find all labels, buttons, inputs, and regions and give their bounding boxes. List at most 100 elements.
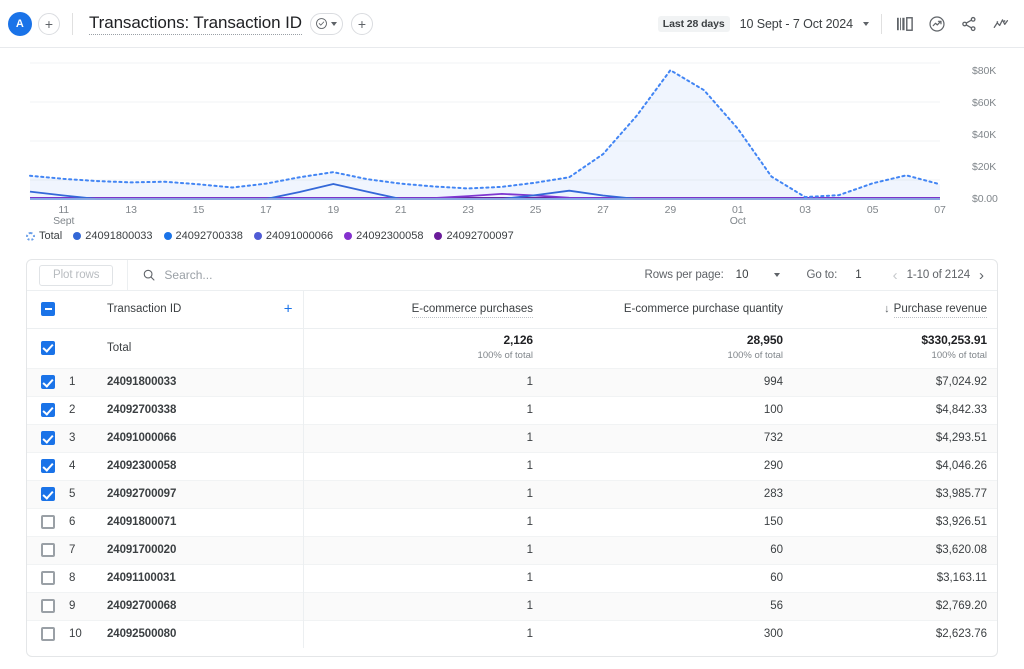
chart-y-tick-label: $80K (972, 65, 997, 77)
metric-header-revenue-label[interactable]: Purchase revenue (893, 303, 987, 319)
row-checkbox[interactable] (41, 627, 55, 642)
metric-header-purchases-label[interactable]: E-commerce purchases (411, 303, 533, 319)
row-purchases-cell: 1 (302, 395, 543, 424)
table-row[interactable]: 7 24091700020 1 60 $3,620.08 (27, 535, 997, 564)
search-area (127, 260, 644, 291)
row-revenue-cell: $4,842.33 (793, 395, 997, 424)
table-row[interactable]: 4 24092300058 1 290 $4,046.26 (27, 451, 997, 480)
chart-x-tick-label: 17 (260, 204, 272, 216)
add-exploration-button[interactable]: + (38, 12, 60, 35)
chart-x-tick-label: 23 (462, 204, 474, 216)
row-checkbox[interactable] (41, 403, 55, 417)
row-checkbox[interactable] (41, 459, 55, 473)
index-header (69, 291, 103, 328)
chevron-down-icon (330, 21, 337, 26)
date-chevron-down-icon[interactable] (863, 21, 869, 26)
page-range-label: 1-10 of 2124 (906, 269, 970, 281)
row-transaction-id-cell: 24091100031 (103, 563, 303, 592)
total-quantity-cell: 28,950 100% of total (543, 328, 793, 368)
row-checkbox[interactable] (41, 375, 55, 389)
legend-item-24092300058[interactable]: 24092300058 (344, 230, 423, 242)
legend-dot-icon (26, 231, 35, 241)
row-index-cell: 4 (69, 451, 103, 480)
table-row[interactable]: 6 24091800071 1 150 $3,926.51 (27, 507, 997, 536)
chart-x-tick-label: 05 (866, 204, 879, 216)
legend-dot-icon (253, 232, 262, 240)
avatar[interactable]: A (8, 11, 32, 36)
insights-icon[interactable] (926, 13, 948, 35)
chart-x-tick-label: 15 (192, 204, 205, 216)
previous-page-icon[interactable]: ‹ (888, 268, 903, 283)
chart-x-tick-label: 29 (664, 204, 677, 216)
row-checkbox[interactable] (41, 543, 55, 557)
metric-header-quantity-label[interactable]: E-commerce purchase quantity (624, 303, 783, 315)
row-revenue-cell: $3,985.77 (793, 479, 997, 508)
legend-label: 24092700338 (175, 230, 243, 242)
legend-item-24092700097[interactable]: 24092700097 (434, 230, 514, 242)
table-row[interactable]: 8 24091100031 1 60 $3,163.11 (27, 563, 997, 592)
legend-item-24091000066[interactable]: 24091000066 (253, 230, 333, 242)
add-tab-button[interactable]: + (350, 12, 373, 35)
chart-x-tick-label: 13 (125, 204, 137, 216)
table-row[interactable]: 10 24092500080 1 300 $2,623.76 (27, 619, 997, 648)
table-toolbar: Plot rows Rows per page: 10 Go to: 1 ‹ 1… (27, 260, 997, 291)
row-index-cell: 8 (69, 563, 103, 592)
legend-item-24092700338[interactable]: 24092700338 (163, 230, 243, 242)
share-icon[interactable] (958, 13, 980, 35)
legend-dot-icon (434, 232, 443, 240)
table-row[interactable]: 9 24092700068 1 56 $2,769.20 (27, 591, 997, 620)
row-index-cell: 9 (69, 591, 103, 620)
row-purchases-cell: 1 (302, 619, 543, 648)
row-transaction-id-cell: 24092700068 (103, 591, 303, 620)
goto-value[interactable]: 1 (855, 269, 861, 281)
row-quantity-cell: 150 (543, 507, 793, 536)
row-quantity-cell: 290 (543, 451, 793, 480)
tab-status-pill[interactable] (309, 12, 343, 35)
dimension-header-label: Transaction ID (107, 303, 182, 316)
row-index-cell: 10 (69, 619, 103, 648)
table-row[interactable]: 3 24091000066 1 732 $4,293.51 (27, 423, 997, 452)
row-revenue-cell: $3,620.08 (793, 535, 997, 564)
row-checkbox-cell (27, 619, 69, 648)
plot-rows-button[interactable]: Plot rows (39, 264, 114, 286)
table-row[interactable]: 1 24091800033 1 994 $7,024.92 (27, 367, 997, 396)
top-bar-right: Last 28 days 10 Sept - 7 Oct 2024 (657, 13, 1024, 35)
row-checkbox-cell (27, 535, 69, 564)
total-row-checkbox[interactable] (41, 340, 55, 355)
analytics-exploration-page: A + Transactions: Transaction ID + Last … (0, 0, 1024, 669)
legend-label: 24092300058 (356, 230, 424, 242)
select-all-checkbox[interactable] (41, 302, 55, 317)
table-row[interactable]: 5 24092700097 1 283 $3,985.77 (27, 479, 997, 508)
total-label-cell: Total (103, 328, 303, 368)
row-checkbox[interactable] (41, 571, 55, 585)
pagination-controls: Rows per page: 10 Go to: 1 ‹ 1-10 of 212… (645, 268, 997, 283)
next-page-icon[interactable]: › (974, 268, 989, 283)
row-checkbox[interactable] (41, 515, 55, 529)
page-title[interactable]: Transactions: Transaction ID (89, 13, 302, 35)
data-table: Transaction ID + E-commerce purchases E-… (27, 291, 997, 648)
time-series-chart: $0.00 $20K $40K $60K $80K 11 Sept 13 15 17 19 21 23… (0, 48, 1024, 248)
table-row[interactable]: 2 24092700338 1 100 $4,842.33 (27, 395, 997, 424)
row-quantity-cell: 994 (543, 367, 793, 396)
search-input[interactable] (164, 268, 365, 282)
total-checkbox-cell (27, 328, 69, 368)
total-row: Total 2,126 100% of total 28,950 100% of… (27, 328, 997, 368)
total-purchases-value: 2,126 (503, 333, 533, 347)
data-table-panel: Plot rows Rows per page: 10 Go to: 1 ‹ 1… (26, 259, 998, 657)
legend-item-24091800033[interactable]: 24091800033 (73, 230, 153, 242)
trend-icon[interactable] (990, 13, 1012, 35)
row-purchases-cell: 1 (302, 535, 543, 564)
row-checkbox[interactable] (41, 431, 55, 445)
row-checkbox[interactable] (41, 599, 55, 613)
goto-label: Go to: (806, 269, 838, 281)
rows-per-page-chevron-down-icon[interactable] (774, 273, 781, 277)
compare-icon[interactable] (894, 13, 916, 35)
sort-descending-icon[interactable]: ↓ (884, 303, 890, 315)
legend-item-Total[interactable]: Total (26, 230, 62, 242)
date-range-label[interactable]: 10 Sept - 7 Oct 2024 (740, 17, 853, 31)
add-dimension-icon[interactable]: + (284, 302, 293, 317)
rows-per-page-value[interactable]: 10 (736, 269, 749, 281)
row-checkbox-cell (27, 451, 69, 480)
row-revenue-cell: $2,623.76 (793, 619, 997, 648)
row-checkbox[interactable] (41, 487, 55, 501)
